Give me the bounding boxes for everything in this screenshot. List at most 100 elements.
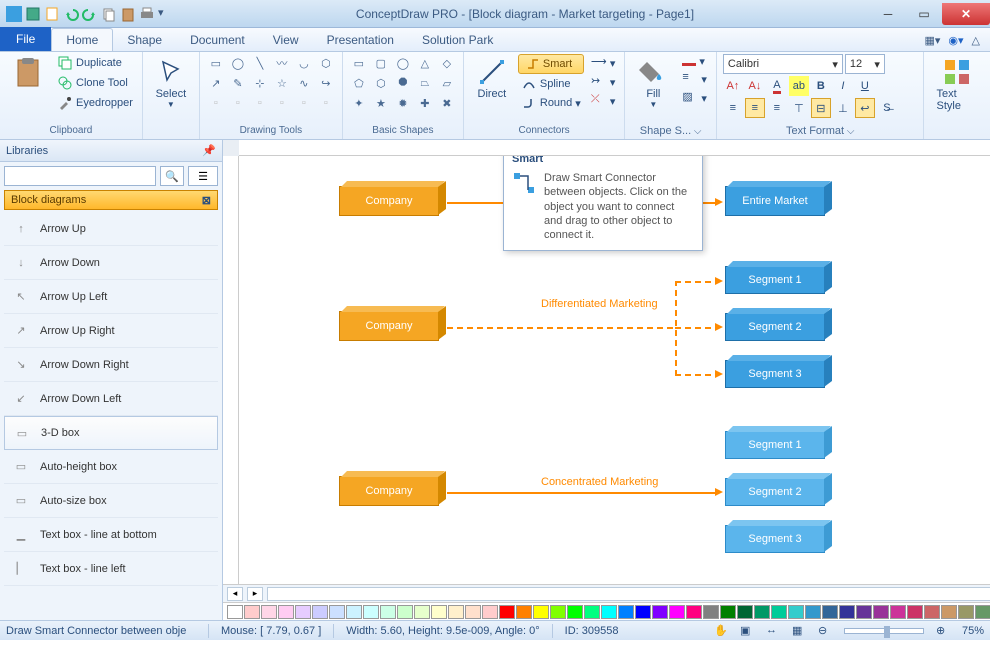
bshape-rect-icon[interactable]: ▭ — [349, 54, 369, 72]
library-item[interactable]: ▁Text box - line at bottom — [4, 518, 218, 552]
tool-rect-icon[interactable]: ▭ — [206, 54, 226, 72]
bshape-rrect-icon[interactable]: ▢ — [371, 54, 391, 72]
tab-presentation[interactable]: Presentation — [313, 29, 408, 51]
tool-arc-icon[interactable]: ◡ — [294, 54, 314, 72]
color-swatch[interactable] — [805, 605, 821, 619]
connector-2b[interactable] — [675, 327, 715, 329]
tool-line-icon[interactable]: ╲ — [250, 54, 270, 72]
color-swatch[interactable] — [550, 605, 566, 619]
color-swatch[interactable] — [720, 605, 736, 619]
color-swatch[interactable] — [414, 605, 430, 619]
color-swatch[interactable] — [380, 605, 396, 619]
library-item[interactable]: ↗Arrow Up Right — [4, 314, 218, 348]
color-swatch[interactable] — [856, 605, 872, 619]
file-tab[interactable]: File — [0, 27, 51, 51]
italic-button[interactable]: I — [833, 76, 853, 96]
tool-ellipse-icon[interactable]: ◯ — [228, 54, 248, 72]
color-swatch[interactable] — [261, 605, 277, 619]
color-swatch[interactable] — [941, 605, 957, 619]
segment-box-3-1[interactable]: Segment 1 — [725, 431, 825, 459]
color-swatch[interactable] — [295, 605, 311, 619]
color-swatch[interactable] — [788, 605, 804, 619]
library-item[interactable]: ▭Auto-height box — [4, 450, 218, 484]
fit-width-icon[interactable]: ↔ — [766, 624, 780, 638]
line-style-button[interactable]: ≡▾ — [679, 70, 710, 88]
bshape-pent-icon[interactable]: ⬠ — [349, 74, 369, 92]
collapse-ribbon-icon[interactable]: △ — [972, 34, 980, 47]
spline-connector-button[interactable]: Spline — [518, 75, 584, 93]
conn-style1-button[interactable]: ⟶▾ — [588, 54, 619, 72]
pin-icon[interactable]: 📌 — [202, 144, 216, 157]
color-swatch[interactable] — [822, 605, 838, 619]
company-box-2[interactable]: Company — [339, 311, 439, 341]
bold-button[interactable]: B — [811, 76, 831, 96]
close-button[interactable]: ✕ — [942, 3, 990, 25]
color-swatch[interactable] — [499, 605, 515, 619]
color-swatch[interactable] — [465, 605, 481, 619]
font-size-select[interactable]: 12▾ — [845, 54, 885, 74]
align-left-button[interactable]: ≡ — [723, 98, 743, 118]
underline-button[interactable]: U — [855, 76, 875, 96]
connector-2-main[interactable] — [447, 327, 675, 329]
bshape-cross-icon[interactable]: ✖ — [437, 94, 457, 112]
tab-view[interactable]: View — [259, 29, 313, 51]
drawing-canvas[interactable]: Company Entire Market Company Differenti… — [239, 156, 990, 584]
paste-button[interactable] — [6, 54, 50, 90]
print-icon[interactable] — [139, 6, 155, 22]
valign-top-button[interactable]: ⊤ — [789, 98, 809, 118]
library-item[interactable]: ▭3-D box — [4, 416, 218, 450]
company-box-1[interactable]: Company — [339, 186, 439, 216]
valign-bot-button[interactable]: ⊥ — [833, 98, 853, 118]
color-swatch[interactable] — [329, 605, 345, 619]
segment-box-2-1[interactable]: Segment 1 — [725, 266, 825, 294]
tool-pen-icon[interactable]: ✎ — [228, 74, 248, 92]
help-icon[interactable]: ◉▾ — [948, 34, 963, 47]
zoom-in-icon[interactable]: ⊕ — [936, 624, 950, 638]
tab-shape[interactable]: Shape — [113, 29, 176, 51]
qat-dropdown-icon[interactable]: ▾ — [158, 6, 174, 22]
connector-2c[interactable] — [675, 374, 715, 376]
library-view-button[interactable]: ☰ — [188, 166, 218, 186]
fit-page-icon[interactable]: ▣ — [740, 624, 754, 638]
direct-connector-button[interactable]: Direct — [470, 54, 514, 102]
segment-box-2-3[interactable]: Segment 3 — [725, 360, 825, 388]
tool-connector-icon[interactable]: ↪ — [316, 74, 336, 92]
connector-2a[interactable] — [675, 281, 715, 283]
fill-button[interactable]: Fill▼ — [631, 54, 675, 111]
color-swatch[interactable] — [652, 605, 668, 619]
color-swatch[interactable] — [431, 605, 447, 619]
next-page-button[interactable]: ▸ — [247, 587, 263, 601]
color-swatch[interactable] — [669, 605, 685, 619]
tool-arrow-icon[interactable]: ↗ — [206, 74, 226, 92]
zoom-out-icon[interactable]: ⊖ — [818, 624, 832, 638]
tab-solution-park[interactable]: Solution Park — [408, 29, 507, 51]
color-swatch[interactable] — [567, 605, 583, 619]
bshape-diamond-icon[interactable]: ◇ — [437, 54, 457, 72]
color-swatch[interactable] — [958, 605, 974, 619]
line-color-button[interactable]: ▾ — [679, 54, 710, 69]
color-swatch[interactable] — [278, 605, 294, 619]
color-swatch[interactable] — [907, 605, 923, 619]
grow-font-button[interactable]: A↑ — [723, 76, 743, 96]
tab-document[interactable]: Document — [176, 29, 259, 51]
color-swatch[interactable] — [737, 605, 753, 619]
segment-box-2-2[interactable]: Segment 2 — [725, 313, 825, 341]
bshape-star-icon[interactable]: ✦ — [349, 94, 369, 112]
tool-freehand-icon[interactable]: ∿ — [294, 74, 314, 92]
shadow-button[interactable]: ▨▾ — [679, 89, 710, 107]
library-item[interactable]: ↖Arrow Up Left — [4, 280, 218, 314]
close-category-icon[interactable]: ⊠ — [202, 194, 211, 207]
library-item[interactable]: ↙Arrow Down Left — [4, 382, 218, 416]
bshape-burst-icon[interactable]: ✹ — [393, 94, 413, 112]
paste-icon[interactable] — [120, 6, 136, 22]
color-swatch[interactable] — [448, 605, 464, 619]
bshape-trap-icon[interactable]: ⏢ — [415, 74, 435, 92]
actual-size-icon[interactable]: ▦ — [792, 624, 806, 638]
tab-home[interactable]: Home — [51, 28, 113, 51]
horizontal-scrollbar[interactable] — [267, 587, 990, 601]
color-swatch[interactable] — [363, 605, 379, 619]
connector-3[interactable] — [447, 492, 715, 494]
strike-button[interactable]: S̶ — [877, 98, 897, 118]
minimize-button[interactable]: ─ — [870, 3, 906, 25]
company-box-3[interactable]: Company — [339, 476, 439, 506]
